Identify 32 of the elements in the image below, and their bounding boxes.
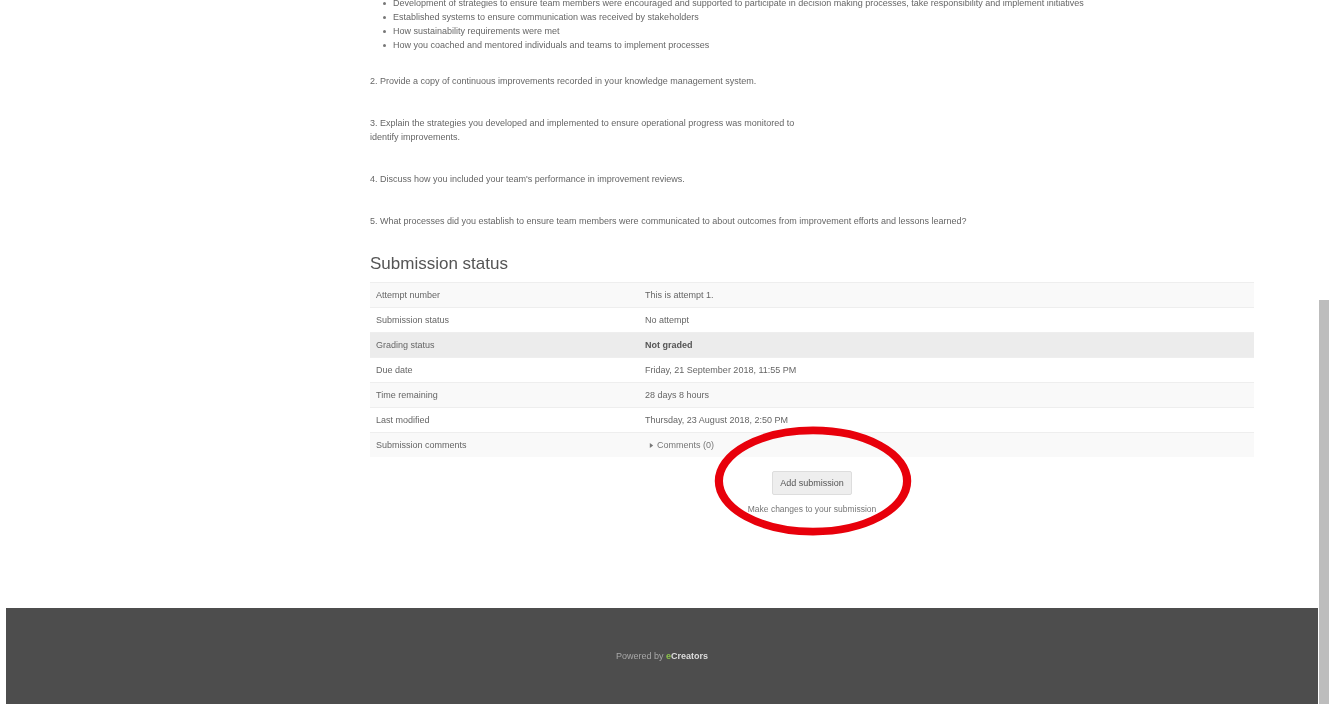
table-cell: Due date bbox=[370, 357, 639, 383]
table-cell: 28 days 8 hours bbox=[639, 382, 1254, 408]
table-cell: No attempt bbox=[639, 307, 1254, 333]
table-cell: Friday, 21 September 2018, 11:55 PM bbox=[639, 357, 1254, 383]
add-submission-button[interactable]: Add submission bbox=[772, 471, 852, 495]
table-cell: Submission comments bbox=[370, 432, 639, 457]
bullet-icon bbox=[383, 1, 386, 5]
bullet-icon bbox=[383, 15, 386, 19]
bullet-text: How sustainability requirements were met bbox=[393, 26, 560, 36]
question-text: 4. Discuss how you included your team's performance in improvement reviews. bbox=[370, 173, 686, 186]
table-cell: Submission status bbox=[370, 307, 639, 333]
footer-text: Powered by eCreators bbox=[615, 651, 709, 661]
table-cell: Time remaining bbox=[370, 382, 639, 408]
question-text: 5. What processes did you establish to ensure team members were communicated to about outcomes from improvement efforts and lessons learned? bbox=[370, 215, 968, 228]
comments-link[interactable]: Comments (0) bbox=[645, 440, 714, 451]
question-text: 3. Explain the strategies you developed and implemented to ensure operational progress was monitored to identify improvements. bbox=[370, 117, 796, 144]
table-cell: Attempt number bbox=[370, 282, 639, 308]
table-cell: Grading status bbox=[370, 332, 639, 358]
bullet-text: Established systems to ensure communication was received by stakeholders bbox=[393, 12, 699, 22]
bullet-icon bbox=[383, 29, 386, 33]
table-cell: This is attempt 1. bbox=[639, 282, 1254, 308]
scrollbar-thumb[interactable] bbox=[1319, 300, 1329, 704]
section-heading: Submission status bbox=[370, 254, 509, 274]
question-text: 2. Provide a copy of continuous improvements recorded in your knowledge management system. bbox=[370, 75, 758, 88]
bullet-text: Development of strategies to ensure team members were encouraged and supported to participate in decision making processes, take responsibility and implement initiatives bbox=[393, 0, 1084, 8]
table-cell: Thursday, 23 August 2018, 2:50 PM bbox=[639, 407, 1254, 433]
table-cell: Not graded bbox=[639, 332, 1254, 358]
help-text: Make changes to your submission bbox=[747, 504, 877, 514]
table-cell: Last modified bbox=[370, 407, 639, 433]
caret-icon bbox=[649, 442, 654, 448]
bullet-text: How you coached and mentored individuals and teams to implement processes bbox=[393, 40, 710, 50]
bullet-icon bbox=[383, 43, 386, 47]
